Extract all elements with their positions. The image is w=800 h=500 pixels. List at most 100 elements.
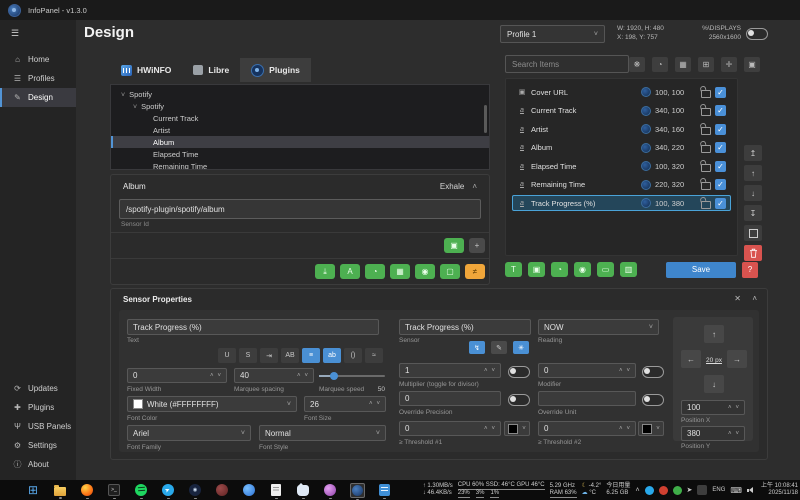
add-chart-item-button[interactable]: ▥	[620, 262, 637, 277]
add-shape-item-button[interactable]: ▭	[597, 262, 614, 277]
tab-plugins[interactable]: Plugins	[240, 58, 311, 82]
taskbar-terminal[interactable]	[107, 484, 121, 496]
tray-telegram-icon[interactable]	[645, 486, 654, 495]
list-item-elapsed-time[interactable]: Elapsed Time 100, 320	[512, 158, 731, 174]
override-precision-field[interactable]: 0	[399, 391, 501, 406]
cpu-ram-widget[interactable]: 5.29 GHz RAM 63%	[550, 483, 577, 498]
nudge-step-link[interactable]: 20 px	[699, 357, 729, 364]
start-button[interactable]	[26, 484, 40, 497]
network-speed-widget[interactable]: ↑ 1.30MB/s ↓ 46.4KB/s	[423, 483, 453, 497]
list-item-current-track[interactable]: Current Track 340, 100	[512, 103, 731, 119]
stepper-arrows-icon[interactable]	[728, 405, 739, 411]
list-item-track-progress-selected[interactable]: Track Progress (%) 100, 380	[512, 195, 731, 211]
close-icon[interactable]: ✕	[734, 294, 741, 303]
tab-libre[interactable]: Libre	[182, 58, 240, 82]
nudge-right-button[interactable]: →	[727, 350, 747, 368]
modifier-stepper[interactable]: 0	[538, 363, 636, 378]
text-field[interactable]: Track Progress (%)	[127, 319, 379, 335]
add-gauge-item-button[interactable]: ◉	[574, 262, 591, 277]
format-rtl-button[interactable]: ⇥	[260, 348, 278, 363]
visible-checkbox[interactable]	[715, 142, 726, 153]
move-to-top-button[interactable]	[744, 145, 762, 161]
tray-plane-icon[interactable]: ➤	[687, 486, 693, 494]
list-item-artist[interactable]: Artist 340, 160	[512, 121, 731, 137]
taskbar-steam[interactable]	[188, 484, 202, 496]
format-uppercase-button[interactable]: AB	[281, 348, 299, 363]
collapse-icon[interactable]: ˄	[752, 294, 757, 303]
stepper-arrows-icon[interactable]	[210, 373, 221, 379]
collapse-chevron-icon[interactable]: ˄	[472, 182, 477, 191]
tree-item-remaining-time[interactable]: Remaining Time	[111, 160, 489, 170]
stepper-arrows-icon[interactable]	[619, 368, 630, 374]
marquee-speed-slider[interactable]	[319, 368, 385, 383]
stepper-arrows-icon[interactable]	[728, 431, 739, 437]
speaker-icon[interactable]	[747, 486, 756, 495]
move-button[interactable]	[721, 57, 737, 72]
threshold1-stepper[interactable]: 0	[399, 421, 501, 436]
move-up-button[interactable]	[744, 165, 762, 181]
add-text-button[interactable]: A	[340, 264, 360, 279]
search-input[interactable]	[505, 55, 629, 73]
add-clock-button[interactable]: ◔	[365, 264, 385, 279]
tab-hwinfo[interactable]: HWiNFO	[110, 58, 182, 82]
taskbar-app-blue-orb[interactable]	[242, 484, 256, 496]
taskbar-explorer[interactable]	[53, 485, 67, 496]
move-down-button[interactable]	[744, 185, 762, 201]
threshold2-stepper[interactable]: 0	[538, 421, 636, 436]
font-size-stepper[interactable]: 26	[304, 396, 386, 412]
visible-checkbox[interactable]	[715, 87, 726, 98]
weather-widget[interactable]: ☾ -4.2° ☁ °C	[582, 483, 602, 497]
add-special-button[interactable]: ≠	[465, 264, 485, 279]
unlock-icon[interactable]	[701, 164, 711, 172]
tray-red-icon[interactable]	[659, 486, 668, 495]
sidebar-item-home[interactable]: Home	[0, 50, 76, 69]
taskbar-spotify[interactable]	[134, 484, 148, 496]
taskbar-app-notes[interactable]	[377, 484, 391, 496]
stepper-arrows-icon[interactable]	[619, 426, 630, 432]
duplicate-item-button[interactable]	[744, 225, 762, 241]
format-compact-button[interactable]: ≈	[365, 348, 383, 363]
format-parentheses-button[interactable]: ()	[344, 348, 362, 363]
format-strikethrough-button[interactable]: S	[239, 348, 257, 363]
slider-thumb[interactable]	[330, 372, 338, 380]
stepper-arrows-icon[interactable]	[369, 401, 380, 407]
visible-checkbox[interactable]	[715, 124, 726, 135]
add-clock-item-button[interactable]: ◔	[551, 262, 568, 277]
multiplier-stepper[interactable]: 1	[399, 363, 501, 378]
list-item-album[interactable]: Album 340, 220	[512, 140, 731, 156]
fixed-width-stepper[interactable]: 0	[127, 368, 227, 383]
duplicate-button[interactable]	[744, 57, 760, 72]
titlebar[interactable]: InfoPanel - v1.3.0	[0, 0, 800, 20]
font-color-dropdown[interactable]: White (#FFFFFFFF)	[127, 396, 297, 412]
threshold1-color-dropdown[interactable]	[504, 421, 530, 436]
visible-checkbox[interactable]	[715, 179, 726, 190]
stepper-arrows-icon[interactable]	[484, 368, 495, 374]
tray-green-icon[interactable]	[673, 486, 682, 495]
position-y-stepper[interactable]: 380	[681, 426, 745, 441]
multiplier-toggle[interactable]	[508, 366, 530, 378]
taskbar-infopanel-active[interactable]	[350, 483, 364, 498]
sidebar-item-about[interactable]: About	[0, 455, 76, 474]
override-precision-toggle[interactable]	[508, 394, 530, 406]
ime-language[interactable]: ENG	[712, 487, 725, 493]
threshold2-color-dropdown[interactable]	[638, 421, 664, 436]
sidebar-item-profiles[interactable]: Profiles	[0, 69, 76, 88]
hamburger-menu-button[interactable]: ☰	[0, 24, 76, 42]
unlock-icon[interactable]	[701, 182, 711, 190]
hardware-monitor-widget[interactable]: CPU 60% SSD: 46°C GPU 46°C 23% 3% 1%	[458, 482, 545, 498]
delete-item-button[interactable]	[744, 245, 762, 261]
select-all-button[interactable]	[698, 57, 714, 72]
format-marquee-button[interactable]: ≡	[302, 348, 320, 363]
clock-widget[interactable]: 上午 10:08:41 2025/11/18	[761, 483, 798, 497]
add-sensor-button[interactable]	[469, 238, 485, 253]
chevron-down-icon[interactable]	[121, 90, 125, 99]
nudge-left-button[interactable]: ←	[681, 350, 701, 368]
sensor-graph-button[interactable]	[469, 341, 485, 354]
slider-track[interactable]	[319, 375, 385, 377]
tree-item-elapsed-time[interactable]: Elapsed Time	[111, 148, 489, 160]
tree-item-artist[interactable]: Artist	[111, 124, 489, 136]
unlock-icon[interactable]	[701, 145, 711, 153]
sidebar-item-updates[interactable]: Updates	[0, 379, 76, 398]
grid-button[interactable]	[675, 57, 691, 72]
font-family-dropdown[interactable]: Ariel	[127, 425, 251, 441]
